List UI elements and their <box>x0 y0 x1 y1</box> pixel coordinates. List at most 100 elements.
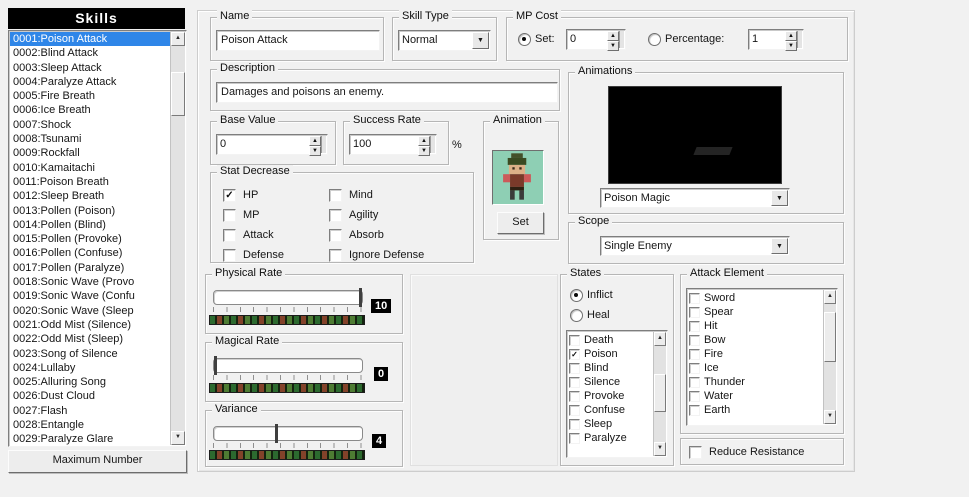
slider-handle[interactable] <box>214 356 217 375</box>
spin-down-icon[interactable]: ▼ <box>418 146 430 156</box>
skill-list-item[interactable]: 0022:Odd Mist (Sleep) <box>10 332 170 346</box>
maximum-number-button[interactable]: Maximum Number <box>8 450 187 473</box>
skill-list-item[interactable]: 0014:Pollen (Blind) <box>10 218 170 232</box>
state-option[interactable]: Death <box>569 333 654 347</box>
skill-list-item[interactable]: 0004:Paralyze Attack <box>10 75 170 89</box>
base-value-spinner[interactable]: 0 ▲ ▼ <box>216 134 328 156</box>
slider-handle[interactable] <box>359 288 362 307</box>
skill-list-item[interactable]: 0012:Sleep Breath <box>10 189 170 203</box>
attack-element-option[interactable]: Sword <box>689 291 824 305</box>
scroll-up-icon[interactable]: ▲ <box>824 290 836 304</box>
skill-list-item[interactable]: 0023:Song of Silence <box>10 347 170 361</box>
skill-list-item[interactable]: 0013:Pollen (Poison) <box>10 204 170 218</box>
animation-set-button[interactable]: Set <box>497 212 544 234</box>
scrollbar-thumb[interactable] <box>654 374 666 412</box>
state-option[interactable]: Provoke <box>569 389 654 403</box>
states-inflict-radio[interactable] <box>570 289 583 302</box>
stat-decrease-option[interactable]: Agility <box>329 205 424 225</box>
chevron-down-icon[interactable]: ▼ <box>771 238 788 254</box>
success-rate-spinner[interactable]: 100 ▲ ▼ <box>349 134 437 156</box>
attack-element-option[interactable]: Bow <box>689 333 824 347</box>
scroll-down-icon[interactable]: ▼ <box>171 431 185 445</box>
skill-list-item[interactable]: 0016:Pollen (Confuse) <box>10 246 170 260</box>
attack-element-option[interactable]: Ice <box>689 361 824 375</box>
spin-up-icon[interactable]: ▲ <box>607 31 619 41</box>
states-heal-radio[interactable] <box>570 309 583 322</box>
attack-element-list[interactable]: Sword Spear Hit Bow Fire Ice Thunder Water Earth… <box>686 288 838 426</box>
spin-down-icon[interactable]: ▼ <box>607 41 619 51</box>
skill-list-item[interactable]: 0020:Sonic Wave (Sleep <box>10 304 170 318</box>
magical-rate-slider[interactable] <box>213 356 363 375</box>
description-input[interactable]: Damages and poisons an enemy. <box>216 82 558 103</box>
skill-list-item[interactable]: 0001:Poison Attack <box>10 32 170 47</box>
scrollbar-thumb[interactable] <box>171 72 185 116</box>
attack-element-option[interactable]: Water <box>689 389 824 403</box>
skill-list-item[interactable]: 0011:Poison Breath <box>10 175 170 189</box>
skill-list-item[interactable]: 0026:Dust Cloud <box>10 389 170 403</box>
states-list[interactable]: Death ✓ Poison Blind Silence Provoke Confuse Sl… <box>566 330 668 458</box>
spin-down-icon[interactable]: ▼ <box>785 41 797 51</box>
skill-list-item[interactable]: 0008:Tsunami <box>10 132 170 146</box>
skill-list-item[interactable]: 0029:Paralyze Glare <box>10 432 170 445</box>
state-option[interactable]: ✓ Poison <box>569 347 654 361</box>
skill-list-item[interactable]: 0009:Rockfall <box>10 146 170 160</box>
state-option[interactable]: Silence <box>569 375 654 389</box>
state-option[interactable]: Sleep <box>569 417 654 431</box>
slider-handle[interactable] <box>274 424 278 443</box>
stat-decrease-option[interactable]: Attack <box>223 225 329 245</box>
spin-up-icon[interactable]: ▲ <box>785 31 797 41</box>
scrollbar-thumb[interactable] <box>824 312 836 362</box>
mp-cost-percentage-spinner[interactable]: 1 ▲ ▼ <box>748 29 804 51</box>
skill-type-dropdown[interactable]: Normal ▼ <box>398 30 491 51</box>
physical-rate-slider[interactable] <box>213 288 363 307</box>
spin-up-icon[interactable]: ▲ <box>309 136 321 146</box>
stat-decrease-option[interactable]: Mind <box>329 185 424 205</box>
scroll-up-icon[interactable]: ▲ <box>654 332 666 346</box>
stat-decrease-option[interactable]: Absorb <box>329 225 424 245</box>
skill-list-item[interactable]: 0024:Lullaby <box>10 361 170 375</box>
skill-list-item[interactable]: 0005:Fire Breath <box>10 89 170 103</box>
stat-decrease-option[interactable]: ✓ HP <box>223 185 329 205</box>
skill-list-item[interactable]: 0025:Alluring Song <box>10 375 170 389</box>
skills-list-scrollbar[interactable]: ▲ ▼ <box>170 32 185 445</box>
stat-decrease-option[interactable]: Ignore Defense <box>329 245 424 265</box>
attack-element-scrollbar[interactable]: ▲ ▼ <box>823 290 836 424</box>
scope-dropdown[interactable]: Single Enemy ▼ <box>600 236 790 256</box>
attack-element-option[interactable]: Spear <box>689 305 824 319</box>
skill-list-item[interactable]: 0010:Kamaitachi <box>10 161 170 175</box>
animations-dropdown[interactable]: Poison Magic ▼ <box>600 188 790 208</box>
skill-list-item[interactable]: 0028:Entangle <box>10 418 170 432</box>
attack-element-option[interactable]: Thunder <box>689 375 824 389</box>
scroll-down-icon[interactable]: ▼ <box>654 442 666 456</box>
skill-list-item[interactable]: 0002:Blind Attack <box>10 46 170 60</box>
skill-list-item[interactable]: 0019:Sonic Wave (Confu <box>10 289 170 303</box>
chevron-down-icon[interactable]: ▼ <box>472 32 489 49</box>
state-option[interactable]: Blind <box>569 361 654 375</box>
reduce-resistance-option[interactable]: Reduce Resistance <box>689 442 804 462</box>
scroll-up-icon[interactable]: ▲ <box>171 32 185 46</box>
stat-decrease-option[interactable]: MP <box>223 205 329 225</box>
scroll-down-icon[interactable]: ▼ <box>824 410 836 424</box>
state-option[interactable]: Paralyze <box>569 431 654 445</box>
variance-slider[interactable] <box>213 424 363 443</box>
mp-cost-set-radio[interactable] <box>518 33 531 46</box>
name-input[interactable]: Poison Attack <box>216 30 380 51</box>
chevron-down-icon[interactable]: ▼ <box>771 190 788 206</box>
skill-list-item[interactable]: 0007:Shock <box>10 118 170 132</box>
attack-element-option[interactable]: Hit <box>689 319 824 333</box>
spin-up-icon[interactable]: ▲ <box>418 136 430 146</box>
attack-element-option[interactable]: Fire <box>689 347 824 361</box>
skill-list-item[interactable]: 0027:Flash <box>10 404 170 418</box>
state-option[interactable]: Confuse <box>569 403 654 417</box>
stat-decrease-option[interactable]: Defense <box>223 245 329 265</box>
skill-list-item[interactable]: 0021:Odd Mist (Silence) <box>10 318 170 332</box>
skill-list-item[interactable]: 0015:Pollen (Provoke) <box>10 232 170 246</box>
skills-list[interactable]: 0001:Poison Attack 0002:Blind Attack 0003:… <box>8 30 187 447</box>
states-list-scrollbar[interactable]: ▲ ▼ <box>653 332 666 456</box>
mp-cost-percentage-radio[interactable] <box>648 33 661 46</box>
skill-list-item[interactable]: 0003:Sleep Attack <box>10 61 170 75</box>
skill-list-item[interactable]: 0018:Sonic Wave (Provo <box>10 275 170 289</box>
mp-cost-set-spinner[interactable]: 0 ▲ ▼ <box>566 29 626 51</box>
skill-list-item[interactable]: 0017:Pollen (Paralyze) <box>10 261 170 275</box>
spin-down-icon[interactable]: ▼ <box>309 146 321 156</box>
